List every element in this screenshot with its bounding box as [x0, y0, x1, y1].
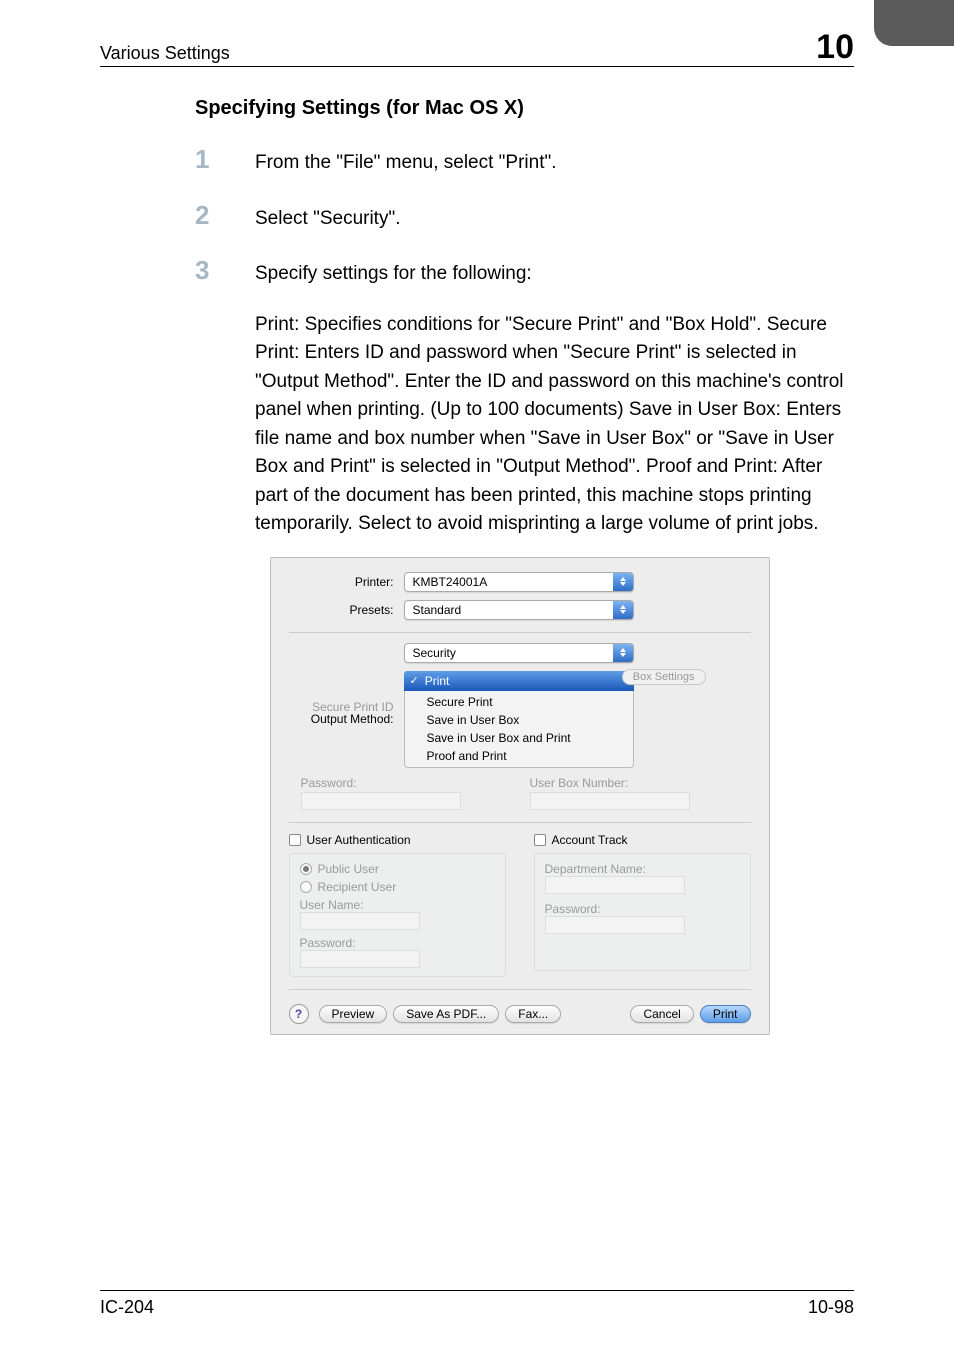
fax-button[interactable]: Fax... — [505, 1005, 561, 1023]
output-method-option[interactable]: Save in User Box — [405, 711, 633, 729]
step-number: 3 — [195, 255, 255, 286]
account-track-checkbox[interactable] — [534, 834, 546, 846]
printer-select[interactable]: KMBT24001A — [404, 572, 634, 592]
user-box-number-label: User Box Number: — [530, 776, 739, 790]
output-method-option[interactable]: Proof and Print — [405, 747, 633, 765]
save-as-pdf-button[interactable]: Save As PDF... — [393, 1005, 499, 1023]
check-icon: ✓ — [410, 674, 419, 687]
output-method-select[interactable]: ✓ Print Secure Print Save in User Box Sa… — [404, 671, 634, 768]
account-track-password-input[interactable] — [545, 916, 685, 934]
pane-select[interactable]: Security — [404, 643, 634, 663]
page-footer: IC-204 10-98 — [100, 1290, 854, 1318]
print-button[interactable]: Print — [700, 1005, 751, 1023]
public-user-label: Public User — [318, 862, 379, 876]
updown-icon — [613, 601, 633, 619]
printer-label: Printer: — [289, 575, 404, 589]
step-text: From the "File" menu, select "Print". — [255, 149, 844, 178]
pane-select-value: Security — [405, 646, 613, 660]
cancel-button[interactable]: Cancel — [630, 1005, 693, 1023]
step-2: 2 Select "Security". — [195, 200, 844, 234]
department-name-input[interactable] — [545, 876, 685, 894]
presets-select-value: Standard — [405, 603, 613, 617]
output-method-selected: Print — [425, 674, 450, 688]
user-name-input[interactable] — [300, 912, 420, 930]
presets-select[interactable]: Standard — [404, 600, 634, 620]
department-name-label: Department Name: — [545, 862, 740, 876]
step-description: Print: Specifies conditions for "Secure … — [255, 311, 844, 539]
updown-icon — [613, 573, 633, 591]
user-auth-label: User Authentication — [307, 833, 411, 847]
user-auth-panel: Public User Recipient User User Name: Pa… — [289, 853, 506, 977]
password-label: Password: — [301, 776, 510, 790]
step-3: 3 Specify settings for the following: — [195, 255, 844, 289]
user-box-number-input[interactable] — [530, 792, 690, 810]
password-label: Password: — [300, 936, 495, 950]
divider — [289, 822, 751, 823]
help-icon[interactable]: ? — [289, 1004, 309, 1024]
step-1: 1 From the "File" menu, select "Print". — [195, 144, 844, 178]
user-auth-password-input[interactable] — [300, 950, 420, 968]
footer-left: IC-204 — [100, 1297, 154, 1318]
divider — [289, 632, 751, 633]
printer-select-value: KMBT24001A — [405, 575, 613, 589]
running-header: Various Settings 10 — [100, 30, 854, 67]
page-tab-marker — [874, 0, 954, 46]
updown-icon — [613, 644, 633, 662]
secure-print-password-input[interactable] — [301, 792, 461, 810]
account-track-label: Account Track — [552, 833, 628, 847]
user-auth-checkbox[interactable] — [289, 834, 301, 846]
presets-label: Presets: — [289, 603, 404, 617]
step-text: Select "Security". — [255, 205, 844, 234]
account-track-panel: Department Name: Password: — [534, 853, 751, 971]
step-text: Specify settings for the following: — [255, 260, 844, 289]
recipient-user-radio[interactable] — [300, 881, 312, 893]
divider — [289, 989, 751, 990]
box-settings-button[interactable]: Box Settings — [622, 669, 706, 685]
user-name-label: User Name: — [300, 898, 495, 912]
step-number: 1 — [195, 144, 255, 175]
password-label: Password: — [545, 902, 740, 916]
print-dialog: Printer: KMBT24001A Presets: Standard — [270, 557, 770, 1035]
public-user-radio[interactable] — [300, 863, 312, 875]
header-chapter-number: 10 — [816, 30, 854, 64]
step-number: 2 — [195, 200, 255, 231]
output-method-option[interactable]: Save in User Box and Print — [405, 729, 633, 747]
recipient-user-label: Recipient User — [318, 880, 397, 894]
output-method-label: Output Method: — [289, 712, 404, 726]
section-title: Specifying Settings (for Mac OS X) — [195, 97, 844, 120]
header-section-title: Various Settings — [100, 43, 230, 64]
preview-button[interactable]: Preview — [319, 1005, 388, 1023]
output-method-option[interactable]: Secure Print — [405, 693, 633, 711]
output-method-options: Secure Print Save in User Box Save in Us… — [404, 691, 634, 768]
footer-right: 10-98 — [808, 1297, 854, 1318]
